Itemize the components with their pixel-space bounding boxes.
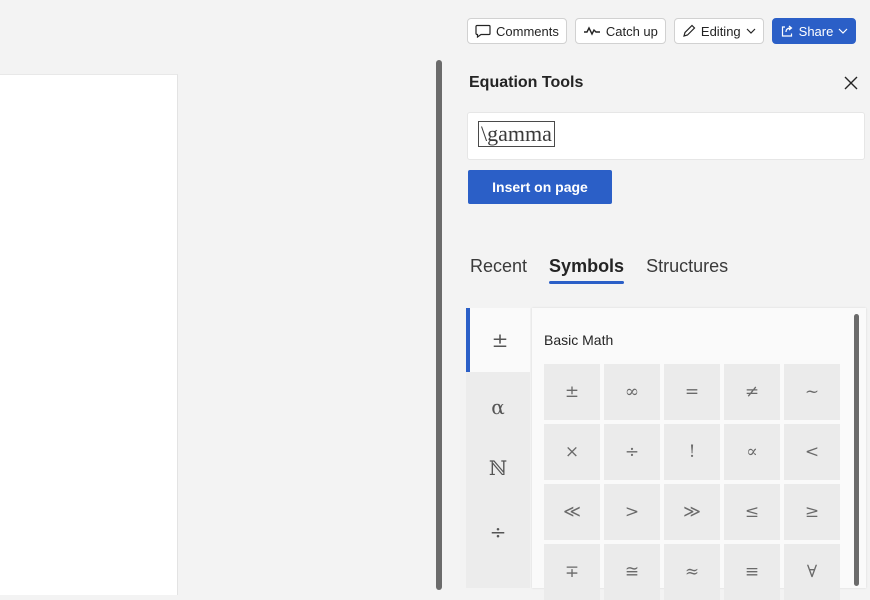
symbol-button[interactable]: ∓: [544, 544, 600, 600]
close-panel-button[interactable]: [840, 72, 862, 94]
symbol-button[interactable]: ÷: [604, 424, 660, 480]
symbol-button[interactable]: ≤: [724, 484, 780, 540]
symbol-category-rail: ± α ℕ ÷: [466, 308, 530, 588]
equation-tools-panel: Equation Tools \gamma Insert on page Rec…: [450, 58, 870, 600]
tab-recent[interactable]: Recent: [470, 256, 527, 283]
catch-up-button[interactable]: Catch up: [574, 18, 666, 44]
category-operators[interactable]: ÷: [466, 500, 530, 564]
symbol-button[interactable]: ±: [544, 364, 600, 420]
panel-resize-handle[interactable]: [436, 60, 442, 590]
close-icon: [844, 76, 858, 90]
category-greek-letters[interactable]: α: [466, 375, 530, 439]
symbol-button[interactable]: !: [664, 424, 720, 480]
chevron-down-icon: [746, 28, 756, 34]
editing-mode-button[interactable]: Editing: [673, 18, 764, 44]
tab-symbols[interactable]: Symbols: [549, 256, 625, 284]
symbol-button[interactable]: <: [784, 424, 840, 480]
chevron-down-icon: [838, 28, 848, 34]
catch-up-label: Catch up: [605, 23, 658, 39]
category-basic-math[interactable]: ±: [466, 308, 530, 372]
comments-button[interactable]: Comments: [467, 18, 567, 44]
symbol-button[interactable]: ∀: [784, 544, 840, 600]
symbol-button[interactable]: ∞: [604, 364, 660, 420]
equation-input[interactable]: \gamma: [467, 112, 865, 160]
panel-title: Equation Tools: [469, 74, 584, 91]
share-icon: [781, 25, 793, 37]
symbol-button[interactable]: ×: [544, 424, 600, 480]
symbol-button[interactable]: ≪: [544, 484, 600, 540]
symbol-palette: Basic Math ± ∞ = ≠ ~ × ÷ ! ∝ < ≪ > ≫ ≤ ≥…: [532, 308, 866, 600]
symbol-button[interactable]: =: [664, 364, 720, 420]
top-toolbar: Comments Catch up Editing Share: [467, 18, 857, 44]
equation-input-value: \gamma: [478, 121, 555, 147]
symbol-button[interactable]: ≠: [724, 364, 780, 420]
symbol-group-heading: Basic Math: [544, 332, 614, 348]
comments-label: Comments: [496, 23, 559, 39]
category-letter-like-symbols[interactable]: ℕ: [466, 436, 530, 500]
symbol-button[interactable]: ∝: [724, 424, 780, 480]
symbol-button[interactable]: >: [604, 484, 660, 540]
symbol-tabs: Recent Symbols Structures: [470, 256, 728, 284]
symbol-button[interactable]: ≫: [664, 484, 720, 540]
symbol-button[interactable]: ≅: [604, 544, 660, 600]
editing-label: Editing: [700, 23, 741, 39]
pencil-icon: [683, 24, 696, 37]
symbol-button[interactable]: ≥: [784, 484, 840, 540]
symbol-grid: ± ∞ = ≠ ~ × ÷ ! ∝ < ≪ > ≫ ≤ ≥ ∓ ≅ ≈ ≡ ∀: [544, 364, 840, 600]
share-label: Share: [798, 23, 834, 39]
comment-icon: [475, 24, 491, 38]
symbol-palette-scrollbar[interactable]: [854, 314, 859, 586]
symbol-button[interactable]: ≡: [724, 544, 780, 600]
document-page[interactable]: [0, 74, 178, 595]
symbol-button[interactable]: ~: [784, 364, 840, 420]
share-button[interactable]: Share: [771, 18, 857, 44]
tab-structures[interactable]: Structures: [646, 256, 728, 283]
insert-on-page-button[interactable]: Insert on page: [468, 170, 612, 204]
activity-icon: [583, 26, 600, 36]
symbol-button[interactable]: ≈: [664, 544, 720, 600]
